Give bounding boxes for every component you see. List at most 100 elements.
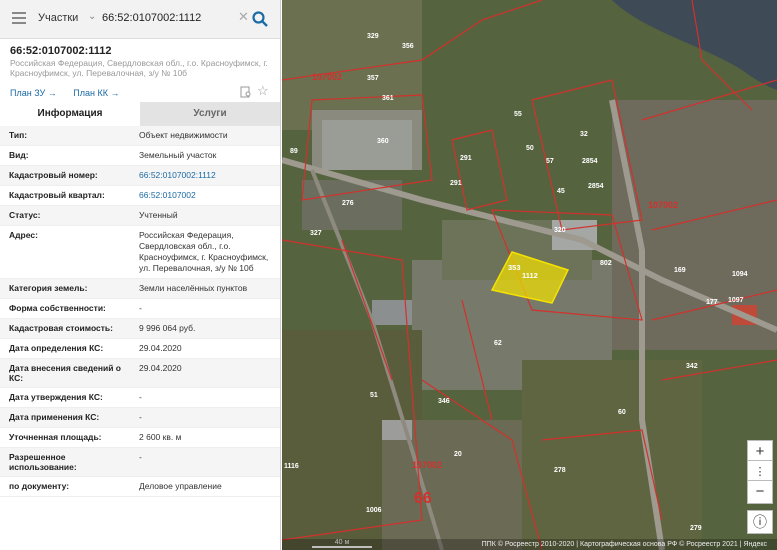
search-icon[interactable] [252,11,268,27]
tabs: Информация Услуги [0,102,280,126]
prop-value: 2 600 кв. м [130,428,280,447]
table-row: Кадастровый квартал: 66:52:0107002 [0,186,280,206]
star-icon[interactable]: ☆ [257,84,269,98]
tab-services[interactable]: Услуги [140,102,280,126]
map-label: 2854 [588,183,604,190]
prop-key: Кадастровая стоимость: [0,319,130,338]
map-label: 1116 [284,463,299,470]
prop-key: Уточненная площадь: [0,428,130,447]
map-label: 45 [557,188,565,195]
table-row: Кадастровый номер: 66:52:0107002:1112 [0,166,280,186]
cadastral-quarter-link[interactable]: 66:52:0107002 [130,186,280,205]
quarter-label: 107002 [648,200,678,210]
prop-key: Дата применения КС: [0,408,130,427]
prop-value: - [130,448,280,476]
table-row: Дата применения КС: - [0,408,280,428]
map-label: 62 [494,340,502,347]
prop-value: 29.04.2020 [130,359,280,387]
map-label: 346 [438,398,450,405]
map-label: 32 [580,131,588,138]
menu-icon[interactable] [12,12,26,24]
table-row: Уточненная площадь: 2 600 кв. м [0,428,280,448]
map-label: 1097 [728,297,744,304]
close-icon[interactable]: ✕ [238,10,249,24]
plan-zu-link[interactable]: План ЗУ → [10,88,57,98]
prop-value: Земли населённых пунктов [130,279,280,298]
table-row: Категория земель: Земли населённых пункто… [0,279,280,299]
table-row: Форма собственности: - [0,299,280,319]
map-attribution: ППК © Росреестр 2010-2020 | Картографиче… [282,539,777,550]
table-row: Кадастровая стоимость: 9 996 064 руб. [0,319,280,339]
document-search-icon[interactable] [240,86,252,98]
prop-value: Учтенный [130,206,280,225]
map-label: 361 [382,95,394,102]
prop-key: Дата внесения сведений о КС: [0,359,130,387]
zone-label: 66 [414,490,432,507]
map-label: 51 [370,392,378,399]
properties-list: Тип: Объект недвижимости Вид: Земельный уч… [0,126,280,497]
table-row: Дата внесения сведений о КС: 29.04.2020 [0,359,280,388]
map-label: 276 [342,200,354,207]
map-label: 357 [367,75,379,82]
map-label: 1094 [732,271,748,278]
prop-key: Кадастровый квартал: [0,186,130,205]
map-label: 327 [310,230,322,237]
prop-key: Статус: [0,206,130,225]
prop-key: по документу: [0,477,130,496]
map-label: 89 [290,148,298,155]
map-canvas[interactable]: 356 329 357 361 360 291 291 276 327 1112… [282,0,777,550]
map-label: 1006 [366,507,382,514]
prop-value: Российская Федерация, Свердловская обл.,… [130,226,280,278]
prop-value: - [130,408,280,427]
prop-value: Земельный участок [130,146,280,165]
category-select[interactable]: Участки [38,12,78,24]
prop-key: Вид: [0,146,130,165]
prop-value: Деловое управление [130,477,280,496]
tab-information[interactable]: Информация [0,102,140,126]
chevron-down-icon[interactable]: ⌄ [88,11,96,22]
prop-key: Дата определения КС: [0,339,130,358]
search-bar: Участки ⌄ ✕ [0,0,280,39]
prop-value: 9 996 064 руб. [130,319,280,338]
table-row: Разрешенное использование: - [0,448,280,477]
table-row: Дата определения КС: 29.04.2020 [0,339,280,359]
table-row: по документу: Деловое управление [0,477,280,497]
object-address: Российская Федерация, Свердловская обл.,… [10,58,268,78]
map-label: 169 [674,267,686,274]
prop-value: - [130,388,280,407]
prop-key: Дата утверждения КС: [0,388,130,407]
plan-kk-link[interactable]: План КК → [73,88,119,98]
page-title: 66:52:0107002:1112 [10,45,112,57]
building [322,120,412,170]
plan-links: План ЗУ → План КК → [10,88,133,98]
satellite-map[interactable]: 356 329 357 361 360 291 291 276 327 1112… [282,0,777,550]
info-button[interactable]: ⓘ [747,510,773,534]
table-row: Тип: Объект недвижимости [0,126,280,146]
map-label: 291 [450,180,462,187]
cadastral-number-link[interactable]: 66:52:0107002:1112 [130,166,280,185]
prop-key: Форма собственности: [0,299,130,318]
search-input[interactable] [102,8,234,28]
map-label: 60 [618,409,626,416]
map-label: 329 [367,33,379,40]
side-panel: Участки ⌄ ✕ 66:52:0107002:1112 Российска… [0,0,281,550]
table-row: Статус: Учтенный [0,206,280,226]
map-label: 57 [546,158,554,165]
map-label: 279 [690,525,702,532]
quarter-label: 107002 [412,460,442,470]
map-label: 20 [454,451,462,458]
prop-key: Адрес: [0,226,130,278]
parcel-label: 1112 [522,271,538,280]
map-label: 342 [686,363,698,370]
table-row: Вид: Земельный участок [0,146,280,166]
prop-key: Кадастровый номер: [0,166,130,185]
prop-value: Объект недвижимости [130,126,280,145]
quarter-label: 107002 [312,72,342,82]
zoom-out-button[interactable]: − [747,480,773,504]
map-label: 2854 [582,158,598,165]
prop-key: Категория земель: [0,279,130,298]
map-label: 360 [377,138,389,145]
prop-key: Тип: [0,126,130,145]
prop-value: 29.04.2020 [130,339,280,358]
map-label: 320 [554,227,566,234]
